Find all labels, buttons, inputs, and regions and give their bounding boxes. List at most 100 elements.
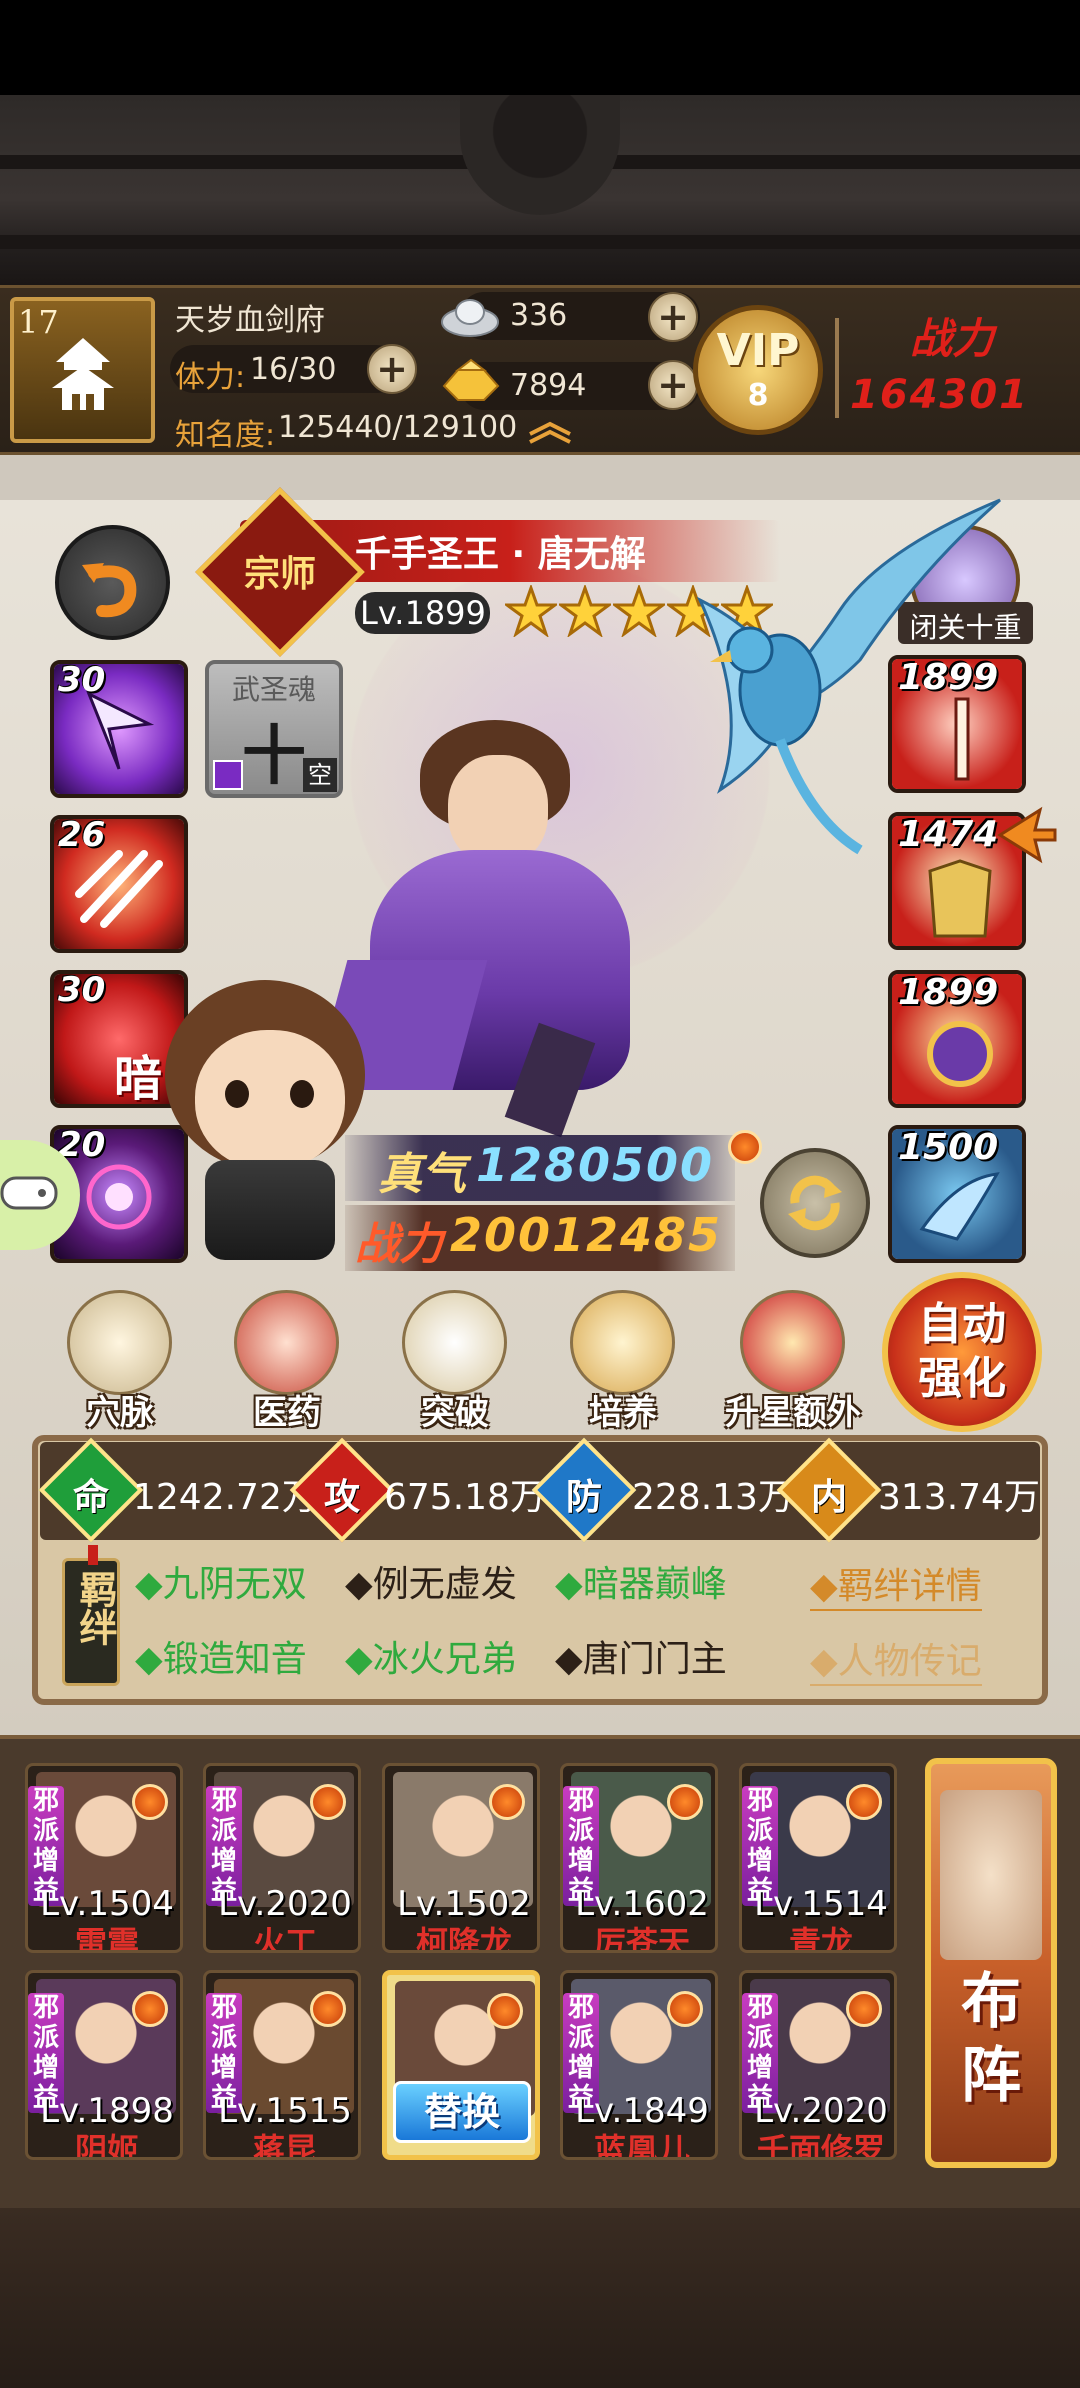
star-up-button[interactable]: 升星额外 [718,1290,868,1440]
meridian-icon [67,1290,172,1395]
bird-mount-icon [919,1172,1000,1241]
hero-card[interactable]: 邪派增益 Lv.2020 火工 [203,1763,361,1953]
combat-power-label: 战力 [355,1219,443,1270]
armor-icon [928,859,992,938]
breakthrough-button[interactable]: 突破 [380,1290,530,1440]
hp-value: 1242.72万 [133,1477,318,1518]
bond-details-link[interactable]: ◆羁绊详情 [810,1557,982,1611]
bond-item: ◆暗器巅峰 [555,1564,727,1605]
hero-name: 青龙 [788,1924,853,1953]
train-icon [570,1290,675,1395]
equip-slot-4[interactable]: 1500 [888,1125,1026,1263]
back-arrow-icon [82,563,137,618]
soul-slot-tag: 空 [303,758,337,792]
equip-slot-1[interactable]: 1899 [888,655,1026,793]
formation-line-1: 布 [961,1967,1021,2037]
add-gold-button[interactable]: + [648,360,698,410]
true-qi-value: 1280500 [476,1138,715,1192]
bond-item: ◆冰火兄弟 [345,1639,517,1680]
skill-level: 26 [58,815,106,855]
hero-card[interactable]: 邪派增益 Lv.1898 阴姬 [25,1970,183,2160]
silver-ingot-icon [441,299,499,337]
hero-card[interactable]: 邪派增益 Lv.1514 青龙 [739,1763,897,1953]
skill-level: 30 [58,660,106,700]
notification-dot [846,1991,882,2027]
hero-card[interactable]: 邪派增益 Lv.1602 厉苍天 [560,1763,718,1953]
equip-level: 1899 [898,972,999,1013]
meridian-button[interactable]: 穴脉 [45,1290,195,1440]
rank-badge-text: 宗师 [243,554,316,595]
medicine-button[interactable]: 医药 [212,1290,362,1440]
fame-value: 125440/129100 [278,410,518,445]
game-screen: { "player": { "level": "17", "name": "天岁… [0,0,1080,2388]
hero-card[interactable]: 邪派增益 Lv.2020 千面修罗 [739,1970,897,2160]
equip-level: 1899 [898,657,999,698]
hero-name: 千面修罗 [756,2131,885,2160]
companion-eye-right [290,1080,314,1108]
formation-label: 布阵 [925,1965,1057,2113]
notification-dot [667,1784,703,1820]
star-icon [559,585,611,637]
bond-item: ◆唐门门主 [555,1639,727,1680]
stamina-label: 体力: [175,360,246,395]
expand-chevron-icon[interactable] [525,420,575,444]
bottom-decoration [0,2208,1080,2388]
power-value: 164301 [850,372,1029,418]
skill-slot-2[interactable]: 26 [50,815,188,953]
hero-name: 厉苍天 [593,1924,690,1953]
hero-card[interactable]: 替换 [382,1970,540,2160]
notification-dot [489,1784,525,1820]
inner-char: 内 [810,1477,847,1518]
companion-face [195,1030,345,1170]
power-label: 战力 [910,314,995,363]
star-up-label: 升星额外 [725,1393,861,1433]
notification-dot [487,1993,523,2029]
train-label: 培养 [589,1393,657,1433]
true-qi-label: 真气 [378,1149,466,1200]
replace-button[interactable]: 替换 [393,2081,531,2143]
header-divider [835,318,839,418]
biography-link[interactable]: ◆人物传记 [810,1632,982,1686]
hero-card[interactable]: Lv.1502 柯降龙 [382,1763,540,1953]
bond-item: ◆锻造知音 [135,1639,307,1680]
slash-icon [75,850,163,928]
add-stamina-button[interactable]: + [367,344,417,394]
inner-value: 313.74万 [878,1477,1040,1518]
combat-power-value: 20012485 [450,1208,723,1262]
hero-name: 蓝凰儿 [593,2131,690,2160]
bonds-label: 羁绊 [73,1570,117,1646]
hero-name: 阴姬 [74,2131,139,2160]
orb-icon [927,1021,993,1087]
skill-slot-1[interactable]: 30 [50,660,188,798]
defense-value: 228.13万 [632,1477,794,1518]
add-silver-button[interactable]: + [648,292,698,342]
formation-portraits [940,1790,1042,1960]
weapon-icon [954,697,970,781]
hero-card[interactable]: 邪派增益 Lv.1849 蓝凰儿 [560,1970,718,2160]
gold-ingot-icon [442,358,500,401]
hero-card[interactable]: 邪派增益 Lv.1515 蒋昆 [203,1970,361,2160]
meridian-label: 穴脉 [86,1393,154,1433]
player-name: 天岁血剑府 [175,303,325,338]
hero-name: 柯降龙 [415,1924,512,1953]
train-button[interactable]: 培养 [548,1290,698,1440]
breakthrough-icon [402,1290,507,1395]
gem-icon [213,760,243,790]
star-icon [613,585,665,637]
silver-value: 336 [510,298,568,333]
vip-label: VIP [716,325,800,376]
notification-dot [310,1991,346,2027]
hero-card[interactable]: 邪派增益 Lv.1504 雷震 [25,1763,183,1953]
attack-value: 675.18万 [384,1477,546,1518]
notification-dot [310,1784,346,1820]
shuriken-icon [86,1164,152,1230]
notification-dot [728,1130,762,1164]
medicine-icon [234,1290,339,1395]
equip-slot-3[interactable]: 1899 [888,970,1026,1108]
gold-value: 7894 [510,368,587,403]
medicine-label: 医药 [253,1393,321,1433]
skill-level: 30 [58,970,106,1010]
upgrade-arrow-icon [997,806,1057,864]
breakthrough-label: 突破 [421,1393,489,1433]
equip-level: 1474 [898,814,999,855]
